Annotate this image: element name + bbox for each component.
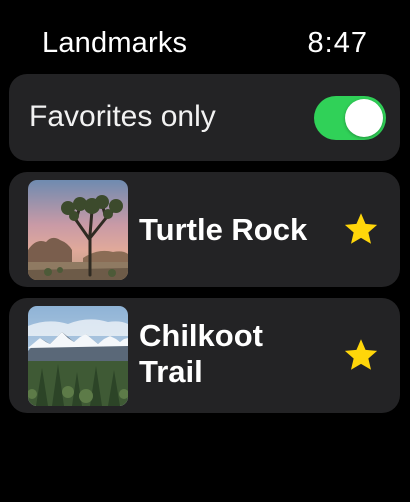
landmark-row-chilkoot-trail[interactable]: Chilkoot Trail <box>9 298 400 413</box>
favorites-toggle-row[interactable]: Favorites only <box>9 74 400 161</box>
landmark-thumbnail-turtle-rock <box>28 180 128 280</box>
app-title: Landmarks <box>42 27 188 59</box>
star-filled-icon[interactable] <box>342 338 380 374</box>
landmark-row-turtle-rock[interactable]: Turtle Rock <box>9 172 400 287</box>
clock: 8:47 <box>307 27 368 59</box>
favorites-toggle-label: Favorites only <box>29 100 216 133</box>
landmark-name: Chilkoot Trail <box>139 318 263 389</box>
star-filled-icon[interactable] <box>342 212 380 248</box>
favorites-toggle-switch[interactable] <box>314 96 386 140</box>
status-bar: Landmarks 8:47 <box>0 0 410 70</box>
landmark-name: Turtle Rock <box>139 212 308 247</box>
toggle-knob <box>345 99 383 137</box>
landmark-thumbnail-chilkoot-trail <box>28 306 128 406</box>
